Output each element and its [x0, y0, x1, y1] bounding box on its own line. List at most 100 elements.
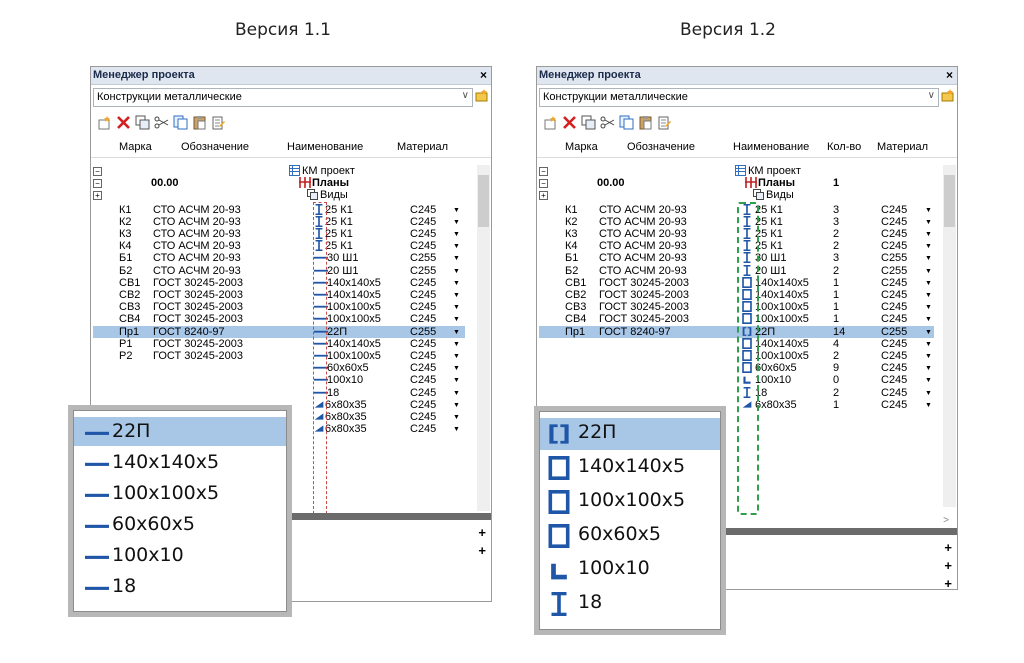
table-row[interactable]: К2 СТО АСЧМ 20-93 25 К1 С245 ▼ — [93, 215, 465, 229]
chevron-down-icon[interactable]: ∨ — [928, 90, 935, 101]
header-qty[interactable]: Кол-во — [827, 141, 861, 153]
collapse-icon[interactable]: − — [93, 179, 102, 189]
header-name[interactable]: Наименование — [287, 141, 363, 153]
paste-icon[interactable] — [192, 115, 207, 130]
expand-plus-button[interactable]: + — [478, 525, 486, 540]
collapse-icon[interactable]: − — [539, 167, 548, 176]
header-designation[interactable]: Обозначение — [627, 141, 695, 153]
table-row[interactable]: Р2 ГОСТ 30245-2003 100x100x5 С245 ▼ — [93, 350, 465, 362]
properties-icon[interactable] — [657, 115, 672, 130]
expand-icon[interactable]: + — [93, 191, 102, 201]
scroll-thumb[interactable] — [478, 175, 489, 227]
tree-node[interactable]: + Виды — [93, 189, 463, 201]
collapse-icon[interactable]: − — [93, 167, 102, 176]
new-item-icon[interactable] — [97, 115, 112, 130]
material-dropdown-icon[interactable]: ▼ — [925, 400, 932, 412]
material-dropdown-icon[interactable]: ▼ — [925, 314, 932, 326]
table-row[interactable]: К1 СТО АСЧМ 20-93 25 К1 С245 ▼ — [93, 203, 465, 216]
table-row[interactable]: Б2 СТО АСЧМ 20-93 20 Ш1 С255 ▼ — [93, 265, 465, 277]
table-row[interactable]: 60x60x5 С245 ▼ — [93, 362, 465, 374]
scroll-thumb[interactable] — [944, 175, 955, 227]
table-row[interactable]: К3 СТО АСЧМ 20-93 25 К1 С245 ▼ — [93, 228, 465, 240]
material-dropdown-icon[interactable]: ▼ — [925, 217, 932, 229]
views-icon[interactable] — [581, 115, 596, 130]
chevron-down-icon[interactable]: ∨ — [462, 90, 469, 101]
table-row[interactable]: 6x80x35 С245 ▼ — [93, 399, 465, 411]
expand-icon[interactable]: + — [539, 191, 548, 201]
material-dropdown-icon[interactable]: ▼ — [925, 253, 932, 265]
table-row[interactable]: Пр1 ГОСТ 8240-97 22П С255 ▼ — [93, 325, 465, 339]
close-button[interactable]: × — [480, 68, 487, 82]
material-dropdown-icon[interactable]: ▼ — [925, 266, 932, 278]
material-dropdown-icon[interactable]: ▼ — [925, 363, 932, 375]
header-designation[interactable]: Обозначение — [181, 141, 249, 153]
header-mark[interactable]: Марка — [119, 141, 152, 153]
tree-node[interactable]: − КМ проект — [93, 165, 463, 177]
header-mark[interactable]: Марка — [565, 141, 598, 153]
material-dropdown-icon[interactable]: ▼ — [453, 400, 460, 412]
table-row[interactable]: К4 СТО АСЧМ 20-93 25 К1 С245 ▼ — [93, 240, 465, 252]
structure-combo[interactable]: Конструкции металлические ∨ — [539, 88, 939, 107]
table-row[interactable]: СВ1 ГОСТ 30245-2003 140x140x5 С245 ▼ — [93, 277, 465, 289]
material-dropdown-icon[interactable]: ▼ — [453, 229, 460, 241]
cut-icon[interactable] — [600, 115, 615, 130]
material-dropdown-icon[interactable]: ▼ — [453, 351, 460, 363]
vertical-scrollbar[interactable] — [477, 165, 490, 511]
views-icon[interactable] — [135, 115, 150, 130]
material-dropdown-icon[interactable]: ▼ — [453, 375, 460, 387]
header-material[interactable]: Материал — [877, 141, 928, 153]
material-dropdown-icon[interactable]: ▼ — [453, 278, 460, 290]
copy-icon[interactable] — [173, 115, 188, 130]
material-dropdown-icon[interactable]: ▼ — [453, 266, 460, 278]
table-row[interactable]: Б1 СТО АСЧМ 20-93 30 Ш1 С255 ▼ — [93, 252, 465, 264]
table-row[interactable]: Р1 ГОСТ 30245-2003 140x140x5 С245 ▼ — [93, 338, 465, 350]
material-dropdown-icon[interactable]: ▼ — [453, 314, 460, 326]
cut-icon[interactable] — [154, 115, 169, 130]
expand-plus-button[interactable]: + — [944, 576, 952, 591]
material-dropdown-icon[interactable]: ▼ — [925, 388, 932, 400]
tree-node[interactable]: + Виды — [539, 189, 909, 201]
delete-icon[interactable] — [116, 115, 131, 130]
material-dropdown-icon[interactable]: ▼ — [453, 241, 460, 253]
material-dropdown-icon[interactable]: ▼ — [925, 327, 932, 339]
material-dropdown-icon[interactable]: ▼ — [453, 217, 460, 229]
collapse-icon[interactable]: − — [539, 179, 548, 189]
header-name[interactable]: Наименование — [733, 141, 809, 153]
close-button[interactable]: × — [946, 68, 953, 82]
delete-icon[interactable] — [562, 115, 577, 130]
scroll-right-icon[interactable]: > — [943, 515, 949, 526]
table-row[interactable]: СВ2 ГОСТ 30245-2003 140x140x5 С245 ▼ — [93, 289, 465, 301]
expand-plus-button[interactable]: + — [944, 558, 952, 573]
new-folder-icon[interactable] — [941, 88, 955, 102]
material-dropdown-icon[interactable]: ▼ — [925, 229, 932, 241]
material-dropdown-icon[interactable]: ▼ — [453, 424, 460, 436]
material-dropdown-icon[interactable]: ▼ — [453, 302, 460, 314]
material-dropdown-icon[interactable]: ▼ — [453, 327, 460, 339]
material-dropdown-icon[interactable]: ▼ — [925, 375, 932, 387]
material-dropdown-icon[interactable]: ▼ — [925, 278, 932, 290]
table-row[interactable]: 18 С245 ▼ — [93, 387, 465, 399]
vertical-scrollbar[interactable] — [943, 165, 956, 507]
table-row[interactable]: СВ4 ГОСТ 30245-2003 100x100x5 С245 ▼ — [93, 313, 465, 325]
structure-combo[interactable]: Конструкции металлические ∨ — [93, 88, 473, 107]
material-dropdown-icon[interactable]: ▼ — [453, 253, 460, 265]
table-row[interactable]: СВ3 ГОСТ 30245-2003 100x100x5 С245 ▼ — [93, 301, 465, 313]
material-dropdown-icon[interactable]: ▼ — [925, 339, 932, 351]
expand-plus-button[interactable]: + — [478, 543, 486, 558]
table-row[interactable]: 100x10 С245 ▼ — [93, 374, 465, 386]
material-dropdown-icon[interactable]: ▼ — [925, 302, 932, 314]
material-dropdown-icon[interactable]: ▼ — [453, 388, 460, 400]
paste-icon[interactable] — [638, 115, 653, 130]
material-dropdown-icon[interactable]: ▼ — [925, 205, 932, 217]
expand-plus-button[interactable]: + — [944, 540, 952, 555]
header-material[interactable]: Материал — [397, 141, 448, 153]
tree-node[interactable]: − КМ проект — [539, 165, 909, 177]
new-item-icon[interactable] — [543, 115, 558, 130]
material-dropdown-icon[interactable]: ▼ — [925, 351, 932, 363]
material-dropdown-icon[interactable]: ▼ — [453, 363, 460, 375]
material-dropdown-icon[interactable]: ▼ — [453, 339, 460, 351]
material-dropdown-icon[interactable]: ▼ — [925, 290, 932, 302]
material-dropdown-icon[interactable]: ▼ — [453, 290, 460, 302]
material-dropdown-icon[interactable]: ▼ — [453, 412, 460, 424]
tree-node[interactable]: − 00.00 Планы — [93, 177, 463, 189]
